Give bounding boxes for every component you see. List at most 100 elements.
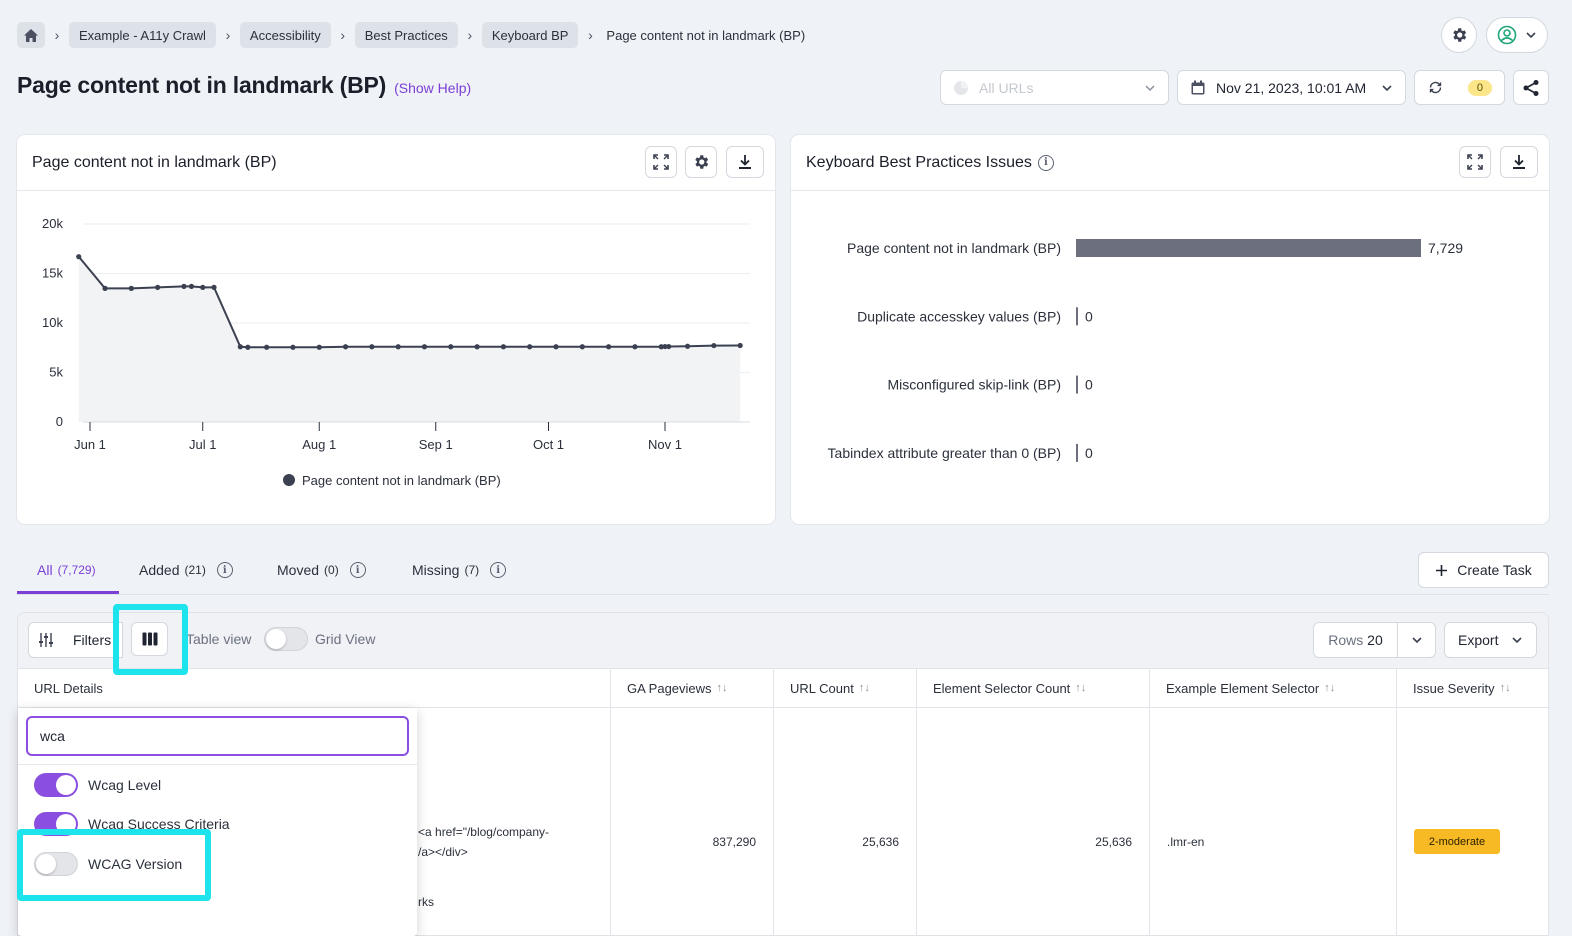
column-label: GA Pageviews	[627, 680, 712, 696]
bar-value-label: 7,729	[1428, 240, 1463, 256]
chevron-down-icon	[1382, 84, 1392, 91]
refresh-count-badge: 0	[1467, 79, 1492, 96]
expand-chart-button[interactable]	[645, 146, 677, 178]
data-point	[684, 343, 691, 349]
sort-icon[interactable]: ↑↓	[717, 682, 728, 694]
breadcrumb-item-subcategory[interactable]: Best Practices	[354, 22, 458, 48]
column-header-element-selector-count[interactable]: Element Selector Count ↑↓	[917, 669, 1149, 707]
bar-category-label: Tabindex attribute greater than 0 (BP)	[828, 445, 1061, 461]
chevron-down-icon	[1526, 32, 1536, 39]
dropdown-divider	[18, 764, 417, 765]
expand-chart-button[interactable]	[1459, 146, 1491, 178]
data-point	[553, 344, 559, 350]
issues-chart-title: Keyboard Best Practices Issues	[806, 153, 1032, 171]
table-view-label: Table view	[186, 631, 252, 647]
breadcrumb-item-project[interactable]: Example - A11y Crawl	[69, 22, 216, 48]
tab-added[interactable]: Added (21) i	[139, 562, 233, 578]
sort-icon[interactable]: ↑↓	[1500, 682, 1511, 694]
breadcrumb-item-category[interactable]: Accessibility	[239, 22, 331, 48]
y-tick-label: 5k	[49, 365, 63, 380]
data-point	[527, 344, 533, 350]
crawl-date-value: Nov 21, 2023, 10:01 AM	[1216, 79, 1367, 96]
column-header-issue-severity[interactable]: Issue Severity ↑↓	[1397, 669, 1548, 707]
sliders-icon	[39, 633, 53, 647]
export-button[interactable]: Export	[1444, 622, 1537, 658]
column-header-example-element-selector[interactable]: Example Element Selector ↑↓	[1150, 669, 1396, 707]
tab-all-label: All	[37, 562, 53, 578]
chevron-right-icon: ›	[225, 27, 231, 43]
segment-select[interactable]: All URLs	[940, 70, 1169, 105]
bar-value-label: 0	[1085, 377, 1093, 393]
create-task-button[interactable]: Create Task	[1418, 552, 1549, 588]
url-snippet: <a href="/blog/company-	[418, 825, 550, 839]
breadcrumb: › Example - A11y Crawl › Accessibility ›…	[17, 21, 809, 49]
info-icon[interactable]: i	[1037, 154, 1054, 171]
legend-label: Page content not in landmark (BP)	[302, 473, 501, 488]
data-point	[237, 344, 243, 350]
sort-icon[interactable]: ↑↓	[1324, 682, 1335, 694]
data-point	[395, 344, 401, 350]
column-search-input[interactable]	[26, 716, 409, 756]
severity-badge: 2-moderate	[1414, 829, 1500, 854]
column-header-ga-pageviews[interactable]: GA Pageviews ↑↓	[611, 669, 773, 707]
home-icon[interactable]	[17, 22, 45, 48]
y-tick-label: 0	[56, 414, 63, 429]
tab-missing-label: Missing	[412, 562, 460, 578]
data-point	[76, 254, 82, 260]
segment-pie-icon	[954, 80, 968, 95]
export-label: Export	[1458, 632, 1499, 648]
info-icon[interactable]: i	[349, 562, 366, 578]
column-option-wcag-level[interactable]: Wcag Level	[34, 773, 161, 797]
column-header-url-details[interactable]: URL Details	[18, 669, 610, 707]
data-point	[632, 344, 638, 350]
y-tick-label: 15k	[42, 266, 63, 281]
grid-view-label: Grid View	[315, 631, 376, 647]
toggle-knob	[56, 775, 76, 795]
data-point	[316, 344, 322, 350]
example-selector-cell: .lmr-en	[1167, 835, 1205, 849]
account-menu-button[interactable]	[1486, 17, 1548, 53]
data-point	[421, 344, 428, 350]
settings-button[interactable]	[1441, 17, 1477, 53]
issues-chart-card: Keyboard Best Practices Issues i Page co…	[791, 135, 1549, 524]
chevron-down-icon	[1512, 637, 1522, 644]
bar	[1076, 307, 1078, 326]
issues-chart-header: Keyboard Best Practices Issues i	[791, 135, 1549, 191]
chevron-down-icon	[1145, 84, 1155, 91]
rows-dropdown-toggle[interactable]	[1397, 622, 1436, 658]
x-tick-label: Jul 1	[189, 437, 216, 452]
chevron-right-icon: ›	[467, 27, 473, 43]
info-icon[interactable]: i	[490, 562, 507, 578]
share-button[interactable]	[1513, 70, 1549, 105]
y-tick-label: 10k	[42, 315, 63, 330]
tab-all[interactable]: All (7,729)	[37, 562, 96, 578]
crawl-date-select[interactable]: Nov 21, 2023, 10:01 AM	[1177, 70, 1406, 105]
breadcrumb-item-group[interactable]: Keyboard BP	[481, 22, 579, 48]
tab-added-count: (21)	[184, 563, 206, 577]
download-chart-button[interactable]	[726, 146, 764, 178]
sort-icon[interactable]: ↑↓	[859, 682, 870, 694]
column-header-url-count[interactable]: URL Count ↑↓	[774, 669, 916, 707]
column-option-label: Wcag Level	[88, 777, 162, 793]
rows-per-page-select[interactable]: Rows 20	[1313, 622, 1398, 658]
url-snippet: rks	[418, 895, 434, 909]
info-icon[interactable]: i	[216, 562, 233, 578]
tab-moved[interactable]: Moved (0) i	[277, 562, 366, 578]
tab-all-count: (7,729)	[57, 563, 96, 577]
highlight-wcag-version-option	[17, 829, 211, 901]
data-point	[342, 344, 349, 350]
refresh-button[interactable]: 0	[1414, 70, 1505, 105]
download-chart-button[interactable]	[1500, 146, 1538, 178]
sort-icon[interactable]: ↑↓	[1075, 682, 1086, 694]
tab-missing[interactable]: Missing (7) i	[412, 562, 507, 578]
data-point	[711, 342, 717, 349]
tab-missing-count: (7)	[464, 563, 480, 577]
show-help-link[interactable]: (Show Help)	[394, 80, 471, 96]
create-task-label: Create Task	[1457, 562, 1532, 578]
column-toggle[interactable]	[34, 773, 78, 797]
breadcrumb-item-current: Page content not in landmark (BP)	[606, 27, 806, 43]
series-area	[78, 256, 741, 422]
view-toggle[interactable]	[264, 627, 308, 651]
filter-settings-button[interactable]	[28, 622, 64, 658]
chart-settings-button[interactable]	[685, 146, 717, 178]
